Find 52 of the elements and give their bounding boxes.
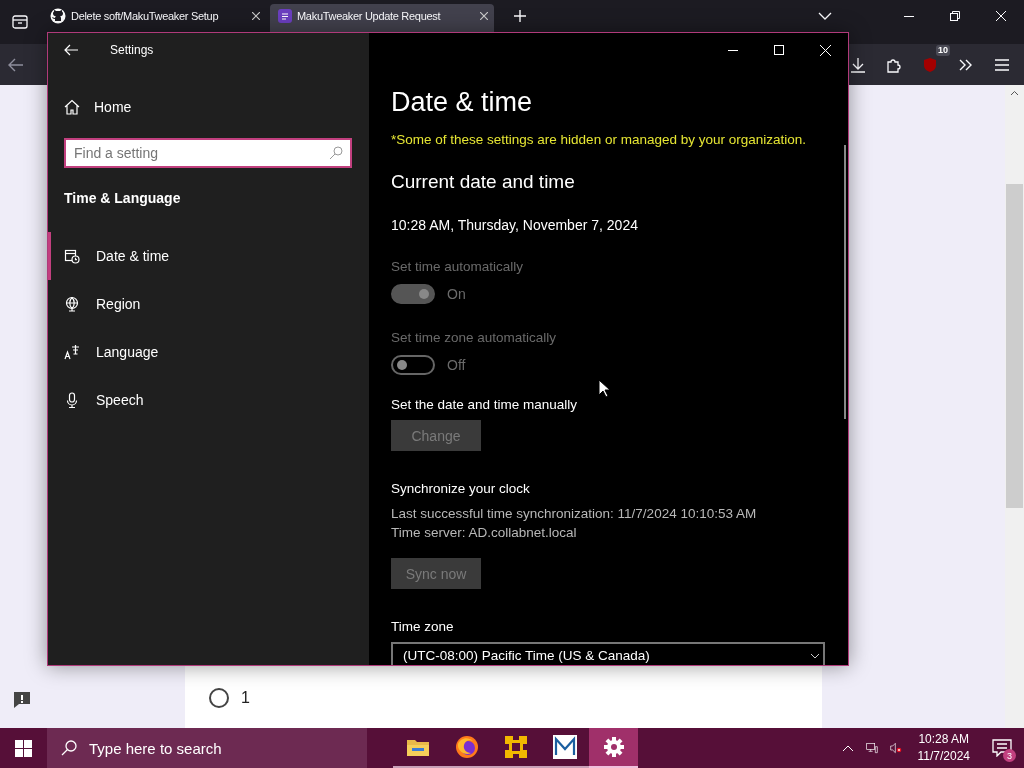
m-logo-icon [552,735,577,759]
manual-label: Set the date and time manually [391,397,579,412]
window-title: Settings [110,43,154,57]
nav-item[interactable]: Speech [48,376,369,424]
notification-icon[interactable] [992,739,1012,757]
section-heading: Current date and time [391,171,576,193]
close-icon[interactable] [480,12,488,20]
policy-notice: *Some of these settings are hidden or managed by your organization. [391,132,807,147]
home-icon [64,99,80,115]
search-field[interactable]: Find a setting [64,138,352,168]
radio-option[interactable]: 1 [209,688,250,708]
time-zone-dropdown[interactable]: (UTC-08:00) Pacific Time (US & Canada) [391,642,825,665]
browser-tab[interactable]: MakuTweaker Update Request [270,4,494,32]
toggle-label: Set time automatically [391,259,525,274]
feedback-icon[interactable] [12,690,32,710]
taskbar-clock[interactable]: 10:28 AM 11/7/2024 [907,731,980,765]
section-heading: Time & Language [63,190,182,206]
nav-item[interactable]: Region [48,280,369,328]
browser-tab[interactable]: Delete soft/MakuTweaker Setup [42,4,266,32]
sync-info-text: Time server: AD.collabnet.local [391,524,578,542]
calendar-clock-icon [64,248,80,264]
notification-count: 3 [1003,749,1016,762]
firefox-icon [454,735,479,759]
current-time-text: 10:28 AM, Thursday, November 7, 2024 [391,217,639,233]
chevron-down-icon [811,654,819,659]
extension-badge: 10 [936,44,950,56]
scrollbar[interactable] [844,145,846,419]
scrollbar[interactable] [1005,85,1024,728]
cursor-icon [598,379,610,398]
sync-info-text: Last successful time synchronization: 11/7/2024 10:10:53 AM [391,505,758,523]
puzzle-icon [502,734,529,760]
taskbar-app[interactable] [589,728,638,768]
section-heading: Synchronize your clock [391,481,531,496]
globe-icon [64,296,80,312]
toggle-state-text: On [447,286,466,302]
close-icon[interactable] [252,12,260,20]
toggle-label: Set time zone automatically [391,330,558,345]
home-nav-item[interactable]: Home [48,87,369,127]
taskbar-search-field[interactable]: Type here to search [47,728,367,768]
microphone-icon [64,392,80,408]
search-icon [61,740,77,756]
search-icon[interactable] [329,146,343,160]
scroll-up-icon[interactable] [1010,90,1019,96]
page-title: Date & time [391,87,534,118]
settings-icon [602,736,625,758]
language-icon [64,344,80,360]
form-logo-icon [278,9,292,23]
time-zone-label: Time zone [391,619,455,634]
cat-logo-icon [50,8,66,24]
nav-item[interactable]: Language [48,328,369,376]
toggle-state-text: Off [447,357,466,373]
folder-icon [405,737,430,757]
